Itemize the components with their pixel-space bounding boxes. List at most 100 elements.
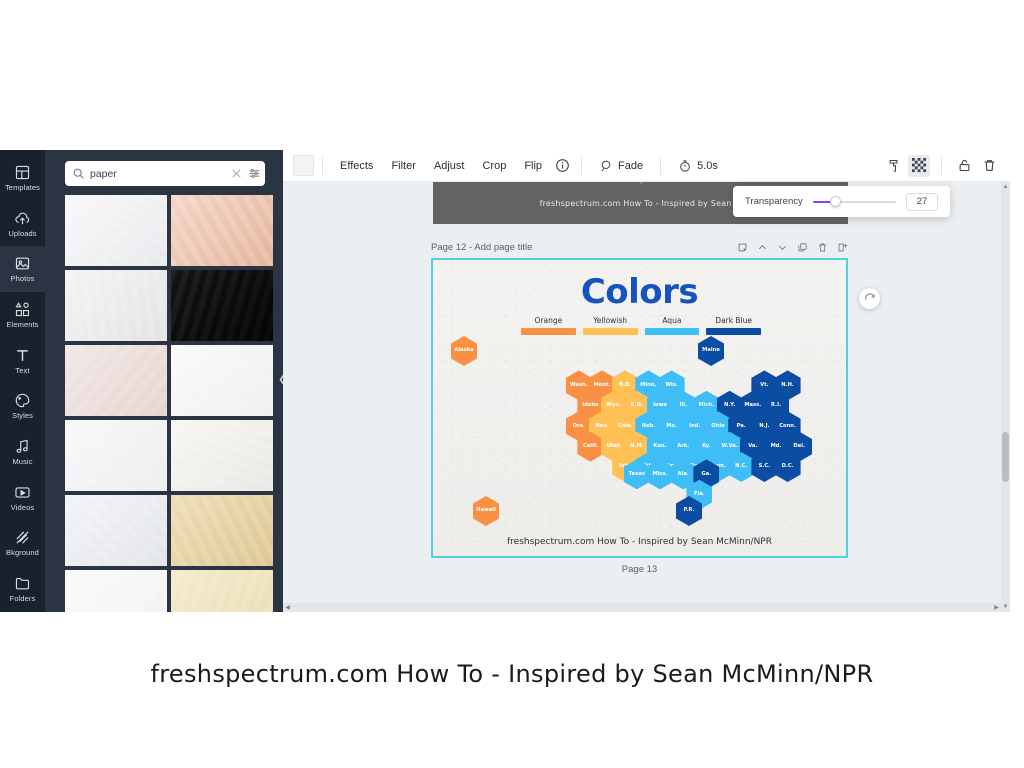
hex-label: Pa. — [736, 422, 746, 429]
hex-cell[interactable]: Hawaii — [473, 496, 499, 526]
hex-label: Iowa — [653, 402, 667, 409]
hex-label: W.Va. — [721, 442, 738, 449]
slider-knob[interactable] — [830, 196, 842, 207]
notes-icon[interactable] — [737, 242, 748, 253]
transparency-value[interactable]: 27 — [906, 192, 938, 211]
info-icon[interactable] — [551, 155, 573, 177]
photo-thumbnail[interactable] — [65, 420, 167, 491]
toolbar-divider — [322, 156, 323, 175]
hex-label: Texas — [628, 470, 645, 477]
hex-label: Idaho — [582, 402, 599, 409]
templates-icon — [15, 165, 30, 179]
upload-cloud-icon — [15, 212, 30, 224]
hex-label: Ga. — [701, 470, 712, 477]
hex-label: Mont. — [593, 381, 611, 388]
sidebar-item-text[interactable]: Text — [0, 338, 45, 384]
search-input[interactable] — [90, 167, 225, 180]
page-title[interactable]: Page 12 - Add page title — [431, 242, 532, 253]
sidebar-item-uploads[interactable]: Uploads — [0, 201, 45, 247]
toolbar-divider — [581, 156, 583, 175]
photo-thumbnail[interactable] — [171, 495, 273, 566]
rotate-handle[interactable] — [859, 288, 880, 309]
legend-swatch — [521, 328, 576, 335]
flip-button[interactable]: Flip — [515, 157, 551, 175]
photo-thumbnail[interactable] — [171, 270, 273, 341]
hex-label: P.R. — [683, 507, 695, 514]
search-icon — [73, 168, 84, 179]
hex-cartogram[interactable]: Alaska Maine Wash. Mont. N.D. Minn. Wis. Vt. N.H… — [433, 336, 846, 526]
shapes-icon — [15, 302, 30, 317]
sidebar-item-styles[interactable]: Styles — [0, 384, 45, 430]
hex-label: N.J. — [759, 422, 770, 429]
delete-page-icon[interactable] — [817, 242, 828, 253]
horizontal-scrollbar[interactable]: ◀ ▶ — [283, 603, 1001, 612]
sidebar-item-folders[interactable]: Folders — [0, 566, 45, 612]
vertical-scroll-thumb[interactable] — [1002, 432, 1009, 482]
photo-thumbnail[interactable] — [65, 570, 167, 612]
slide-footer[interactable]: freshspectrum.com How To - Inspired by S… — [433, 537, 846, 547]
hex-label: N.Y. — [724, 402, 736, 409]
duration-button[interactable]: 5.0s — [669, 156, 727, 176]
photo-icon — [15, 257, 30, 270]
scroll-left-arrow[interactable]: ◀ — [283, 603, 292, 612]
filter-button[interactable]: Filter — [382, 157, 424, 175]
lock-icon[interactable] — [953, 155, 975, 177]
duplicate-page-icon[interactable] — [797, 242, 808, 253]
photo-thumbnail[interactable] — [171, 345, 273, 416]
adjust-button[interactable]: Adjust — [425, 157, 474, 175]
hex-label: Ind. — [689, 422, 701, 429]
scroll-down-arrow[interactable]: ▼ — [1001, 602, 1010, 612]
sidebar-item-videos[interactable]: Videos — [0, 475, 45, 521]
sidebar-item-bkground[interactable]: Bkground — [0, 521, 45, 567]
selected-image-thumbnail[interactable] — [293, 155, 314, 176]
sidebar-item-photos[interactable]: Photos — [0, 246, 45, 293]
legend-item: Yellowish — [582, 316, 638, 335]
hex-label: Md. — [770, 442, 782, 449]
photo-thumbnail[interactable] — [65, 195, 167, 266]
hex-label: Vt. — [760, 381, 769, 388]
hex-label: Utah — [606, 442, 621, 449]
sidebar-item-elements[interactable]: Elements — [0, 292, 45, 338]
photo-thumbnail[interactable] — [171, 420, 273, 491]
scroll-up-arrow[interactable]: ▲ — [1001, 182, 1010, 192]
scroll-right-arrow[interactable]: ▶ — [992, 603, 1001, 612]
search-bar[interactable] — [65, 161, 265, 186]
photo-thumbnail[interactable] — [65, 270, 167, 341]
sliders-icon[interactable] — [248, 167, 261, 180]
hex-label: Calif. — [582, 442, 598, 449]
photo-thumbnail[interactable] — [171, 195, 273, 266]
close-icon[interactable] — [230, 167, 243, 180]
legend-label: Aqua — [662, 316, 682, 325]
photo-thumbnail[interactable] — [171, 570, 273, 612]
hex-label: Kan. — [653, 442, 667, 449]
toolbar-divider — [660, 156, 662, 175]
sidebar-item-music[interactable]: Music — [0, 429, 45, 475]
vertical-scrollbar[interactable]: ▲ ▼ — [1001, 182, 1010, 612]
photo-thumbnail[interactable] — [65, 345, 167, 416]
add-page-icon[interactable] — [837, 242, 848, 253]
fade-button[interactable]: Fade — [590, 156, 652, 176]
photo-thumbnail[interactable] — [65, 495, 167, 566]
background-icon — [16, 531, 29, 545]
copy-style-icon[interactable] — [883, 155, 905, 177]
canvas-scroll-area[interactable]: freshspectrum.com How To - Inspired by S… — [283, 182, 1010, 612]
transparency-icon[interactable] — [908, 154, 930, 177]
page-caption: freshspectrum.com How To - Inspired by S… — [150, 660, 874, 688]
hex-label: R.I. — [771, 402, 781, 409]
design-editor-window: Templates Uploads Photos Elements Text Styles… — [0, 150, 1010, 612]
slide-title[interactable]: Colors — [433, 272, 846, 312]
hex-label: Wis. — [665, 381, 678, 388]
timer-icon — [680, 159, 690, 172]
next-page-label[interactable]: Page 13 — [431, 564, 848, 575]
effects-button[interactable]: Effects — [331, 157, 382, 175]
delete-icon[interactable] — [978, 155, 1000, 177]
slide-canvas[interactable]: Colors Orange Yellowish Aqua Dark Blue Alas… — [431, 258, 848, 558]
transparency-slider[interactable] — [812, 196, 896, 208]
crop-button[interactable]: Crop — [473, 157, 515, 175]
photo-results-grid[interactable] — [65, 195, 273, 612]
fade-icon — [601, 160, 611, 172]
move-up-icon[interactable] — [757, 242, 768, 253]
hex-label: Ky. — [702, 442, 711, 449]
sidebar-item-templates[interactable]: Templates — [0, 155, 45, 201]
move-down-icon[interactable] — [777, 242, 788, 253]
